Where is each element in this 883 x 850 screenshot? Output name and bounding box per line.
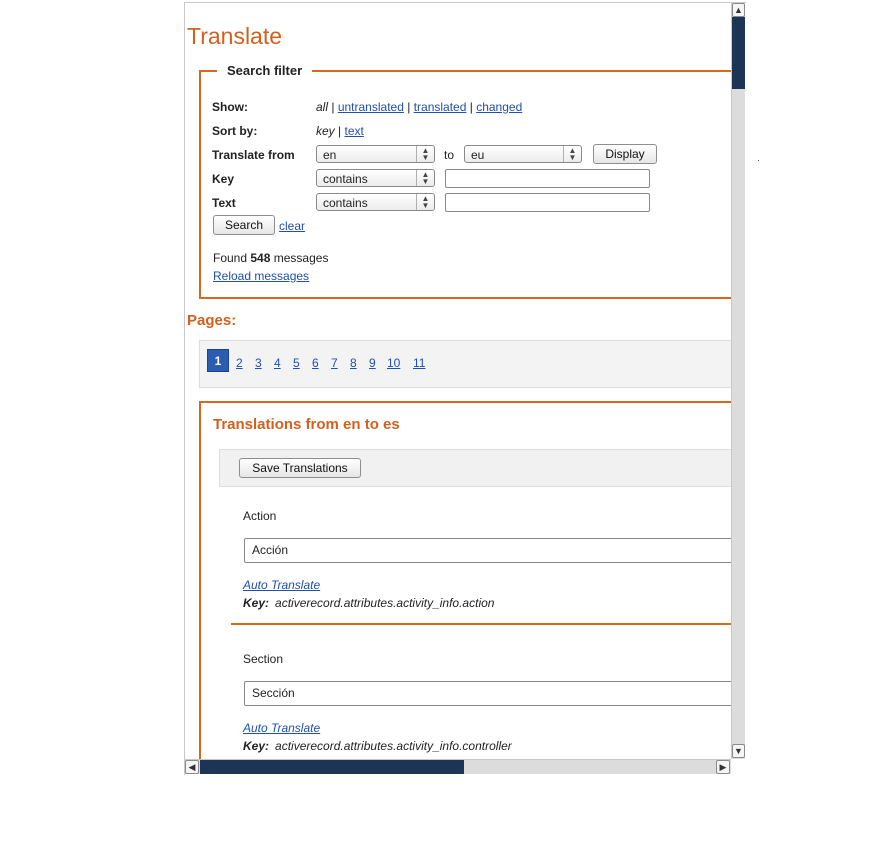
message-key: Key: activerecord.attributes.activity_inf… xyxy=(243,739,512,753)
search-button[interactable]: Search xyxy=(213,215,275,235)
horizontal-scrollbar[interactable]: ◀ ▶ xyxy=(185,759,731,774)
text-filter-label: Text xyxy=(212,196,236,210)
vertical-scrollbar[interactable]: ▲ ▼ xyxy=(731,3,745,759)
message-key: Key: activerecord.attributes.activity_inf… xyxy=(243,596,494,610)
page-link[interactable]: 10 xyxy=(387,356,400,370)
save-translations-button[interactable]: Save Translations xyxy=(239,458,361,478)
to-label: to xyxy=(444,148,455,162)
up-arrow-icon[interactable]: ▲ xyxy=(732,3,745,17)
show-translated-link[interactable]: translated xyxy=(414,100,467,114)
key-label: Key: xyxy=(243,739,270,753)
sort-options: key | text xyxy=(316,124,364,138)
reload-messages-link[interactable]: Reload messages xyxy=(213,269,309,283)
translations-panel: Translations from en to es Save Translat… xyxy=(199,401,731,759)
message-label: Action xyxy=(243,509,277,523)
sort-text-link[interactable]: text xyxy=(345,124,364,138)
updown-chevron-icon: ▲ ▼ xyxy=(416,146,434,162)
key-value: activerecord.attributes.activity_info.ac… xyxy=(275,596,495,610)
page-link[interactable]: 9 xyxy=(369,356,376,370)
sort-label: Sort by: xyxy=(212,124,258,138)
to-locale-value: eu xyxy=(471,148,485,162)
key-value: activerecord.attributes.activity_info.co… xyxy=(275,739,512,753)
show-current: all xyxy=(316,100,329,114)
page-link[interactable]: 8 xyxy=(350,356,357,370)
show-label: Show: xyxy=(212,100,248,114)
page-link[interactable]: 6 xyxy=(312,356,319,370)
key-filter-label: Key xyxy=(212,172,235,186)
sort-current: key xyxy=(316,124,335,138)
key-search-input[interactable] xyxy=(445,169,650,188)
page-link[interactable]: 2 xyxy=(236,356,243,370)
vertical-scroll-thumb[interactable] xyxy=(732,17,745,89)
updown-chevron-icon: ▲ ▼ xyxy=(416,170,434,186)
page-link[interactable]: 5 xyxy=(293,356,300,370)
text-mode-value: contains xyxy=(323,196,368,210)
show-separator: | xyxy=(407,100,411,114)
browser-viewport-frame: Translate Search filter Show: all | untr… xyxy=(184,2,746,775)
page-content: Translate Search filter Show: all | untr… xyxy=(185,3,731,759)
clear-link[interactable]: clear xyxy=(279,219,305,233)
pagination: 1 2 3 4 5 6 7 8 9 10 11 xyxy=(199,340,731,388)
translate-from-label: Translate from xyxy=(212,148,295,162)
show-untranslated-link[interactable]: untranslated xyxy=(338,100,404,114)
from-locale-select[interactable]: en ▲ ▼ xyxy=(316,145,435,163)
show-options: all | untranslated | translated | change… xyxy=(316,100,522,114)
page-link[interactable]: 3 xyxy=(255,356,262,370)
stray-pixel xyxy=(758,160,759,161)
key-mode-select[interactable]: contains ▲ ▼ xyxy=(316,169,435,187)
updown-chevron-icon: ▲ ▼ xyxy=(416,194,434,210)
left-arrow-icon[interactable]: ◀ xyxy=(185,760,199,774)
page-link-current[interactable]: 1 xyxy=(207,349,229,372)
from-locale-value: en xyxy=(323,148,337,162)
found-count: 548 xyxy=(250,251,271,265)
show-separator: | xyxy=(331,100,335,114)
text-mode-select[interactable]: contains ▲ ▼ xyxy=(316,193,435,211)
auto-translate-link[interactable]: Auto Translate xyxy=(243,578,320,592)
text-search-input[interactable] xyxy=(445,193,650,212)
show-separator: | xyxy=(469,100,473,114)
to-locale-select[interactable]: eu ▲ ▼ xyxy=(464,145,582,163)
page-link[interactable]: 4 xyxy=(274,356,281,370)
found-suffix: messages xyxy=(273,251,329,265)
message-separator xyxy=(231,623,731,625)
key-label: Key: xyxy=(243,596,270,610)
translation-input[interactable]: Sección xyxy=(244,681,731,706)
search-filter-legend: Search filter xyxy=(227,63,303,78)
auto-translate-link[interactable]: Auto Translate xyxy=(243,721,320,735)
translations-title: Translations from en to es xyxy=(213,416,400,433)
translation-input[interactable]: Acción xyxy=(244,538,731,563)
page-link[interactable]: 7 xyxy=(331,356,338,370)
down-arrow-icon[interactable]: ▼ xyxy=(732,744,745,758)
save-toolbar: Save Translations xyxy=(219,449,731,487)
pages-title: Pages: xyxy=(187,312,237,329)
sort-separator: | xyxy=(338,124,342,138)
found-count-text: Found 548 messages xyxy=(213,251,328,265)
updown-chevron-icon: ▲ ▼ xyxy=(563,146,581,162)
right-arrow-icon[interactable]: ▶ xyxy=(716,760,730,774)
display-button[interactable]: Display xyxy=(593,144,657,164)
page-title: Translate xyxy=(187,23,283,49)
message-label: Section xyxy=(243,652,284,666)
found-prefix: Found xyxy=(213,251,248,265)
horizontal-scroll-thumb[interactable] xyxy=(200,760,464,774)
key-mode-value: contains xyxy=(323,172,368,186)
page-link[interactable]: 11 xyxy=(413,356,425,370)
show-changed-link[interactable]: changed xyxy=(476,100,522,114)
